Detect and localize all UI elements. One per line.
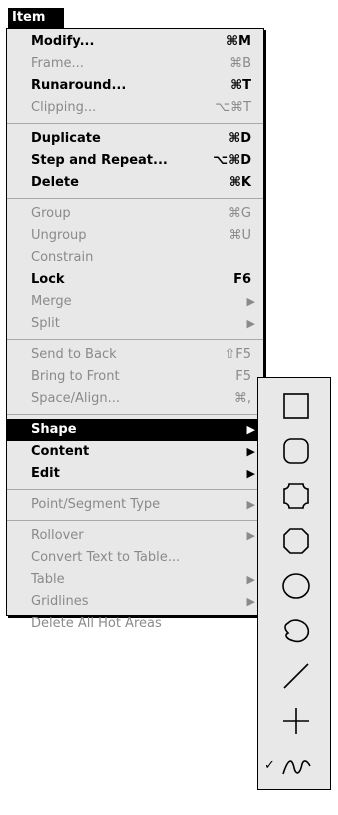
menu-item-label: Bring to Front (31, 369, 120, 384)
menu-item-label: Constrain (31, 250, 94, 265)
shape-option-concave-corner-rectangle[interactable] (258, 472, 330, 517)
menu-title-item[interactable]: Item (8, 8, 64, 28)
menu-item-ungroup: Ungroup ⌘U (7, 225, 263, 247)
menu-item-point-segment-type: Point/Segment Type ▶ (7, 494, 263, 516)
menu-item-clipping: Clipping... ⌥⌘T (7, 97, 263, 119)
shape-option-oval[interactable] (258, 562, 330, 607)
shape-option-bezier-box[interactable] (258, 607, 330, 652)
menu-separator (7, 489, 263, 490)
submenu-arrow-icon: ▶ (246, 595, 255, 608)
menu-item-lock[interactable]: Lock F6 (7, 269, 263, 291)
menu-item-label: Rollover (31, 528, 84, 543)
menu-item-label: Group (31, 206, 71, 221)
menu-item-frame: Frame... ⌘B (7, 53, 263, 75)
menu-separator (7, 414, 263, 415)
shape-option-rounded-rectangle[interactable] (258, 427, 330, 472)
submenu-arrow-icon: ▶ (246, 317, 255, 330)
menu-item-shortcut: F5 (235, 369, 251, 384)
menu-item-label: Ungroup (31, 228, 87, 243)
menu-item-shortcut: ⇧F5 (224, 347, 251, 362)
shape-option-beveled-corner-rectangle[interactable] (258, 517, 330, 562)
menu-item-label: Merge (31, 294, 72, 309)
menu-item-label: Convert Text to Table... (31, 550, 181, 565)
menu-item-label: Space/Align... (31, 391, 121, 406)
menu-separator (7, 339, 263, 340)
submenu-arrow-icon: ▶ (246, 573, 255, 586)
menu-item-label: Delete All Hot Areas (31, 616, 162, 631)
shape-option-orthogonal-line[interactable] (258, 697, 330, 742)
menu-item-label: Shape (31, 422, 77, 437)
submenu-arrow-icon: ▶ (246, 498, 255, 511)
menu-item-modify[interactable]: Modify... ⌘M (7, 31, 263, 53)
menu-item-label: Edit (31, 466, 60, 481)
menu-item-shortcut: ⌘K (228, 175, 251, 190)
menu-item-label: Delete (31, 175, 79, 190)
submenu-arrow-icon: ▶ (246, 295, 255, 308)
menu-item-bring-to-front: Bring to Front F5 (7, 366, 263, 388)
menu-item-rollover: Rollover ▶ (7, 525, 263, 547)
submenu-arrow-icon: ▶ (246, 529, 255, 542)
menu-item-label: Split (31, 316, 60, 331)
menu-item-shortcut: ⌘M (226, 34, 251, 49)
item-menu: Modify... ⌘M Frame... ⌘B Runaround... ⌘T Clipp… (6, 28, 264, 631)
menu-item-duplicate[interactable]: Duplicate ⌘D (7, 128, 263, 150)
menu-item-shortcut: ⌘U (228, 228, 251, 243)
menu-item-table: Table ▶ (7, 569, 263, 591)
menu-item-split: Split ▶ (7, 313, 263, 335)
submenu-arrow-icon: ▶ (246, 423, 255, 436)
menu-item-label: Send to Back (31, 347, 117, 362)
menu-item-delete-all-hot-areas: Delete All Hot Areas (7, 613, 263, 635)
menu-item-gridlines: Gridlines ▶ (7, 591, 263, 613)
menu-separator (7, 520, 263, 521)
menu-item-merge: Merge ▶ (7, 291, 263, 313)
menu-item-space-align: Space/Align... ⌘, (7, 388, 263, 410)
shape-option-line[interactable] (258, 652, 330, 697)
menu-item-shortcut: ⌥⌘T (215, 100, 251, 115)
menu-item-shortcut: F6 (233, 272, 251, 287)
menu-item-label: Gridlines (31, 594, 89, 609)
menu-item-shortcut: ⌘B (229, 56, 251, 71)
menu-item-shortcut: ⌘D (228, 131, 251, 146)
checkmark-icon: ✓ (264, 758, 275, 773)
menu-item-shortcut: ⌘, (233, 391, 251, 406)
menu-item-label: Duplicate (31, 131, 101, 146)
menu-item-shape[interactable]: Shape ▶ (7, 419, 263, 441)
menu-item-shortcut: ⌘T (230, 78, 251, 93)
menu-item-label: Frame... (31, 56, 84, 71)
menu-item-label: Point/Segment Type (31, 497, 161, 512)
menu-separator (7, 198, 263, 199)
menu-item-label: Runaround... (31, 78, 127, 93)
menu-item-group: Group ⌘G (7, 203, 263, 225)
menu-item-step-and-repeat[interactable]: Step and Repeat... ⌥⌘D (7, 150, 263, 172)
menu-item-delete[interactable]: Delete ⌘K (7, 172, 263, 194)
menu-separator (7, 123, 263, 124)
menu-item-runaround[interactable]: Runaround... ⌘T (7, 75, 263, 97)
menu-item-convert-text-to-table: Convert Text to Table... (7, 547, 263, 569)
menu-item-label: Step and Repeat... (31, 153, 168, 168)
shape-submenu: ✓ (257, 377, 331, 790)
menu-item-shortcut: ⌥⌘D (213, 153, 251, 168)
menu-item-shortcut: ⌘G (227, 206, 251, 221)
menu-item-content[interactable]: Content ▶ (7, 441, 263, 463)
shape-option-bezier-line[interactable]: ✓ (258, 742, 330, 787)
submenu-arrow-icon: ▶ (246, 445, 255, 458)
menu-item-label: Content (31, 444, 90, 459)
menu-item-constrain: Constrain (7, 247, 263, 269)
shape-option-rectangle[interactable] (258, 382, 330, 427)
submenu-arrow-icon: ▶ (246, 467, 255, 480)
menu-item-label: Lock (31, 272, 65, 287)
menu-item-label: Clipping... (31, 100, 97, 115)
menu-item-send-to-back: Send to Back ⇧F5 (7, 344, 263, 366)
menu-item-label: Modify... (31, 34, 95, 49)
menu-item-edit[interactable]: Edit ▶ (7, 463, 263, 485)
menu-item-label: Table (31, 572, 65, 587)
